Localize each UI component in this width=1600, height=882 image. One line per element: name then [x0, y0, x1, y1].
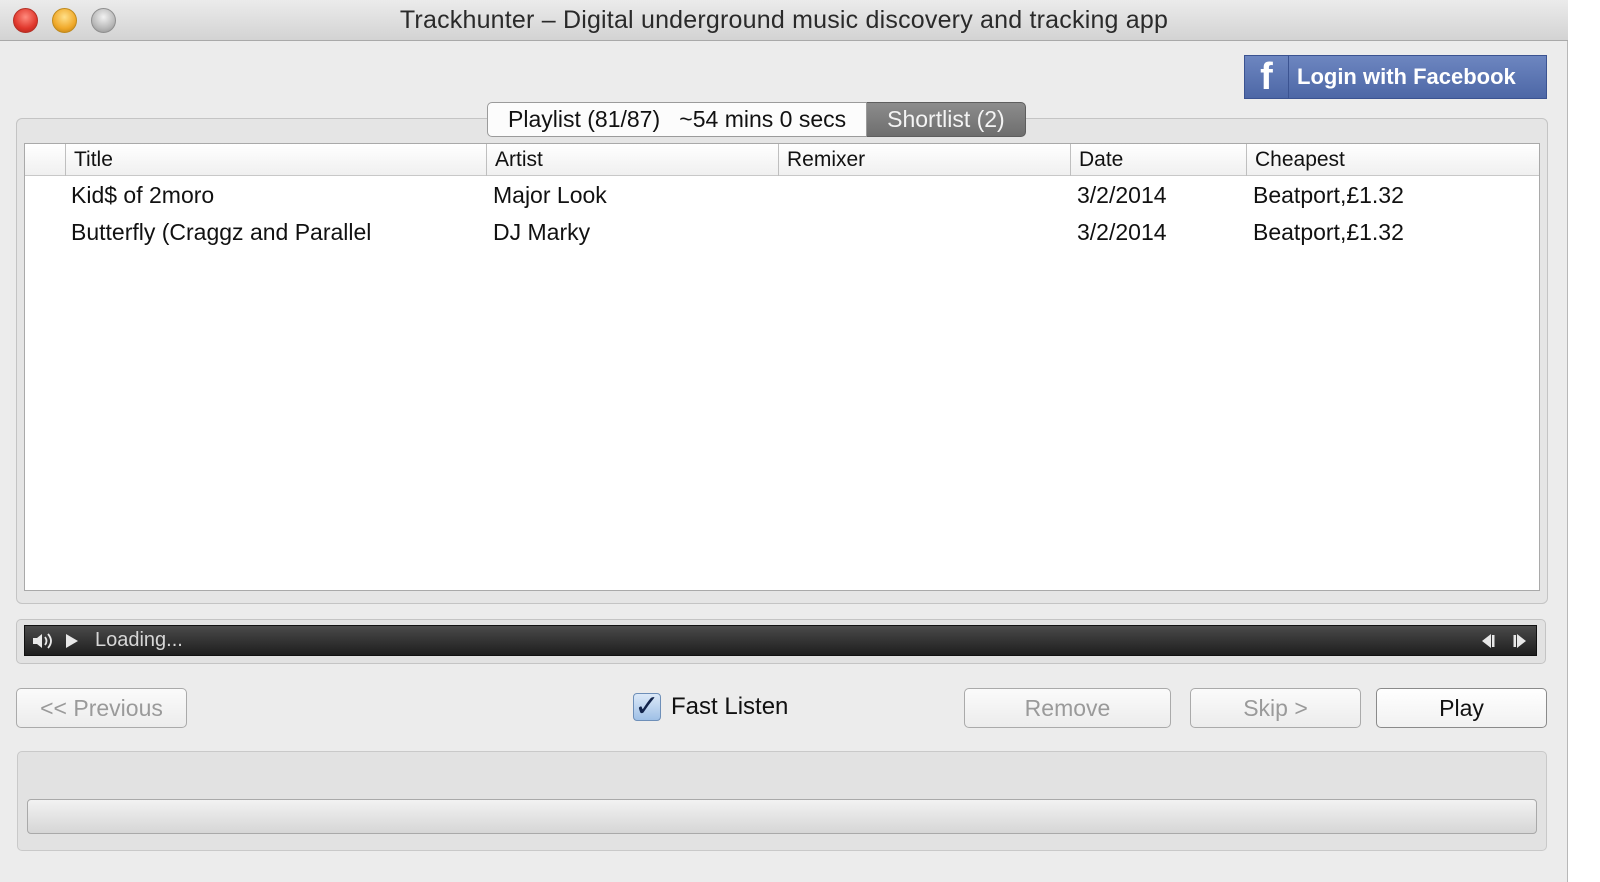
- cell-artist: DJ Marky: [493, 219, 591, 245]
- cell-artist: Major Look: [493, 182, 607, 208]
- play-icon[interactable]: [59, 633, 85, 649]
- desktop-background: [1568, 0, 1600, 882]
- facebook-icon: f: [1245, 56, 1289, 98]
- remove-button[interactable]: Remove: [964, 688, 1171, 728]
- play-button[interactable]: Play: [1376, 688, 1547, 728]
- track-table: Title Artist Remixer Date Cheapest Kid$ …: [24, 143, 1540, 591]
- player-status: Loading...: [95, 629, 183, 651]
- column-header-remixer[interactable]: Remixer: [778, 144, 1070, 176]
- facebook-login-button[interactable]: f Login with Facebook: [1244, 55, 1547, 99]
- skip-button[interactable]: Skip >: [1190, 688, 1361, 728]
- fast-listen-option[interactable]: ✓ Fast Listen: [633, 690, 788, 724]
- fast-listen-label: Fast Listen: [671, 693, 789, 720]
- tab-bar: Playlist (81/87) ~54 mins 0 secs Shortli…: [487, 102, 1026, 137]
- progress-bar: [27, 799, 1537, 834]
- window-title: Trackhunter – Digital underground music …: [399, 6, 1169, 34]
- cell-cheapest: Beatport,£1.32: [1253, 219, 1404, 245]
- table-row[interactable]: Butterfly (Craggz and Parallel DJ Marky …: [25, 214, 1539, 251]
- fast-forward-icon[interactable]: [1504, 633, 1536, 649]
- tab-playlist[interactable]: Playlist (81/87) ~54 mins 0 secs: [487, 102, 868, 137]
- table-row[interactable]: Kid$ of 2moro Major Look 3/2/2014 Beatpo…: [25, 177, 1539, 214]
- column-header-artist[interactable]: Artist: [486, 144, 778, 176]
- rewind-icon[interactable]: [1472, 633, 1504, 649]
- previous-button[interactable]: << Previous: [16, 688, 187, 728]
- table-header: Title Artist Remixer Date Cheapest: [25, 144, 1539, 176]
- cell-cheapest: Beatport,£1.32: [1253, 182, 1404, 208]
- fast-listen-checkbox[interactable]: ✓: [633, 689, 661, 724]
- cell-remixer: [785, 177, 1065, 214]
- tab-shortlist[interactable]: Shortlist (2): [867, 102, 1026, 137]
- column-header-cheapest[interactable]: Cheapest: [1246, 144, 1539, 176]
- cell-date: 3/2/2014: [1077, 182, 1167, 208]
- title-bar: Trackhunter – Digital underground music …: [0, 0, 1568, 41]
- cell-remixer: [785, 214, 1065, 251]
- audio-player: Loading...: [24, 625, 1537, 656]
- column-header-date[interactable]: Date: [1070, 144, 1246, 176]
- app-window: Trackhunter – Digital underground music …: [0, 0, 1568, 882]
- column-header-title[interactable]: Title: [65, 144, 486, 176]
- volume-icon[interactable]: [25, 631, 59, 651]
- cell-title: Butterfly (Craggz and Parallel: [71, 219, 372, 245]
- cell-date: 3/2/2014: [1077, 219, 1167, 245]
- checkmark-icon: ✓: [634, 689, 660, 724]
- facebook-login-label: Login with Facebook: [1297, 64, 1516, 89]
- cell-title: Kid$ of 2moro: [71, 182, 215, 208]
